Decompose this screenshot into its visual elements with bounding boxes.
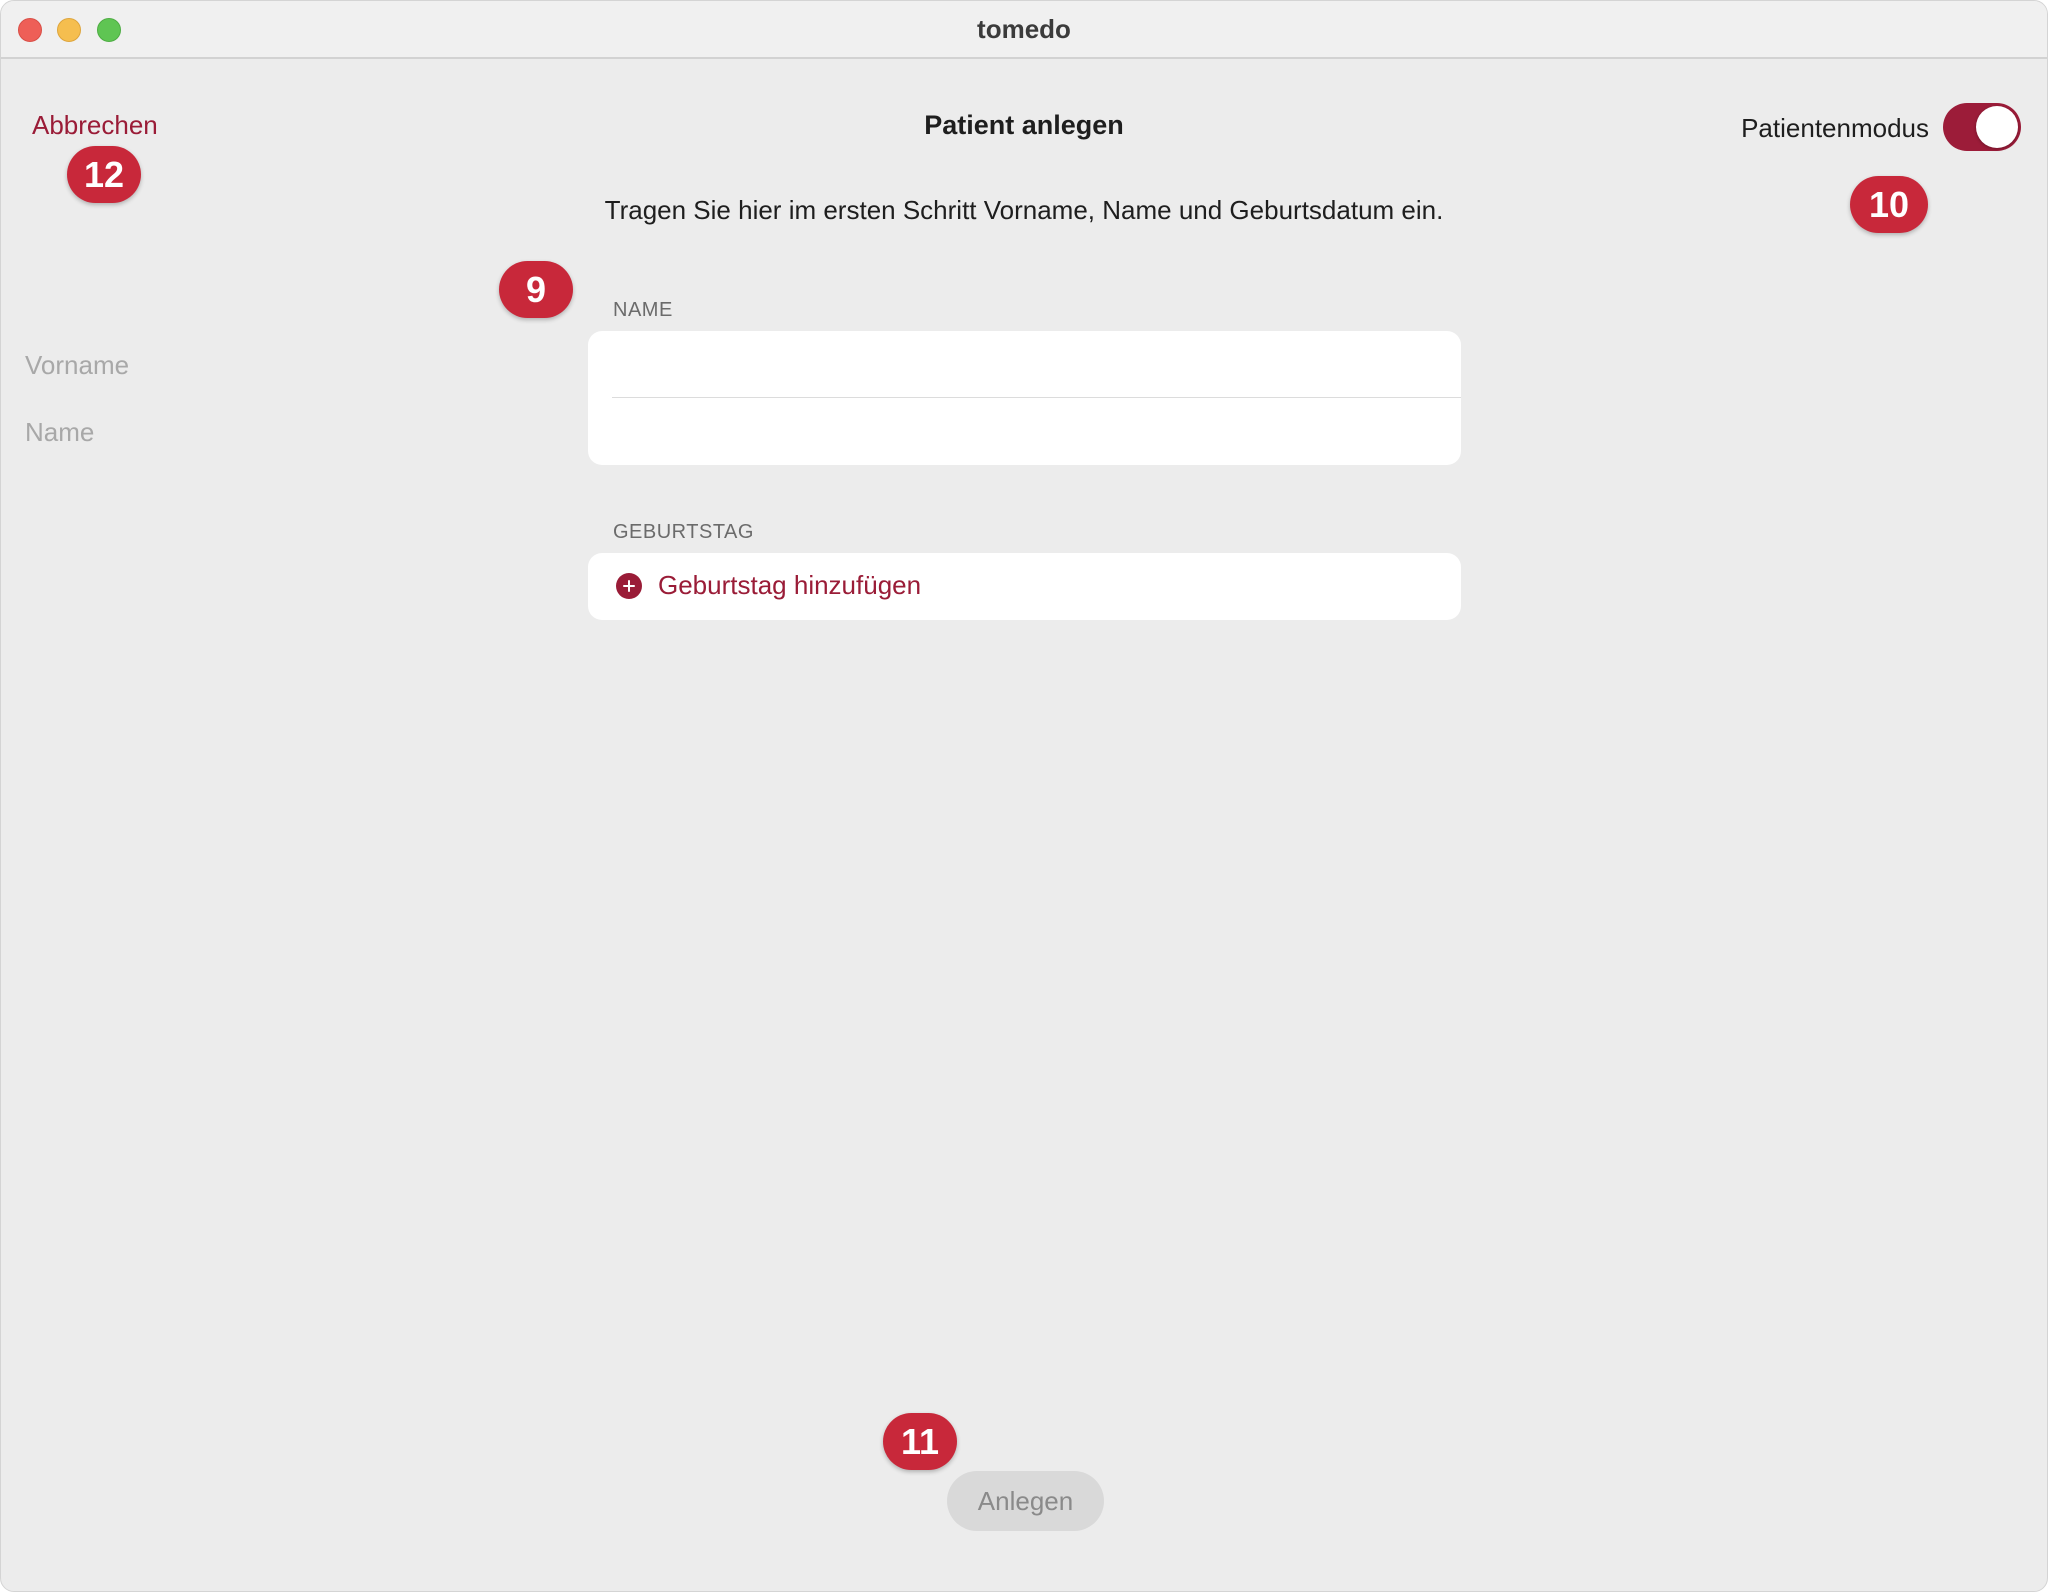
add-birthday-label: Geburtstag hinzufügen xyxy=(658,570,922,600)
last-name-input[interactable] xyxy=(25,412,855,452)
field-divider xyxy=(612,397,1461,398)
birthday-card: Geburtstag hinzufügen xyxy=(588,553,1461,620)
callout-badge-name: 9 xyxy=(499,261,573,318)
first-name-input[interactable] xyxy=(25,345,855,385)
create-patient-button[interactable]: Anlegen xyxy=(947,1471,1104,1531)
callout-badge-mode: 10 xyxy=(1850,176,1928,233)
title-bar: tomedo xyxy=(1,1,2047,59)
patient-mode-toggle[interactable] xyxy=(1943,103,2021,151)
patient-mode-label: Patientenmodus xyxy=(1741,113,1929,143)
window-title: tomedo xyxy=(977,14,1071,44)
birthday-section-label: GEBURTSTAG xyxy=(613,521,754,543)
toggle-knob xyxy=(1976,106,2018,148)
callout-badge-create: 11 xyxy=(883,1413,957,1470)
app-window: tomedo Abbrechen Patient anlegen Patient… xyxy=(0,0,2048,1592)
callout-badge-cancel: 12 xyxy=(67,146,141,203)
name-section-label: NAME xyxy=(613,299,673,321)
add-birthday-button[interactable]: Geburtstag hinzufügen xyxy=(588,553,1461,620)
plus-circle-icon xyxy=(616,573,642,599)
instruction-text: Tragen Sie hier im ersten Schritt Vornam… xyxy=(604,195,1444,225)
page-title: Patient anlegen xyxy=(924,110,1124,140)
